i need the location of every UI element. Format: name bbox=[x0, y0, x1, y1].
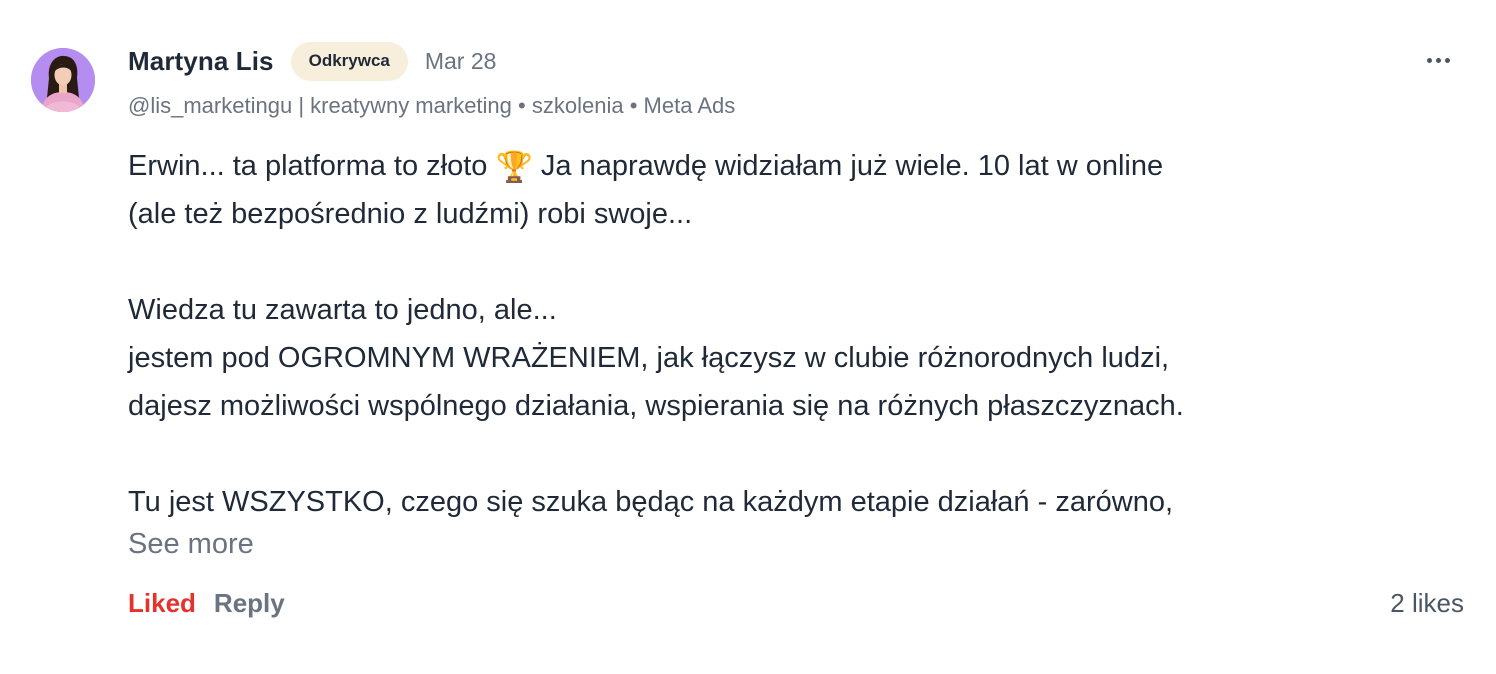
tagline-bullet: • bbox=[629, 93, 638, 118]
tagline-separator: | bbox=[298, 93, 305, 118]
comment-header: Martyna Lis Odkrywca Mar 28 bbox=[128, 40, 496, 82]
comment-card: Martyna Lis Odkrywca Mar 28 @lis_marketi… bbox=[0, 0, 1496, 674]
avatar-photo bbox=[31, 48, 95, 112]
tagline-item: kreatywny marketing bbox=[310, 93, 512, 118]
author-name[interactable]: Martyna Lis bbox=[128, 46, 274, 77]
reply-button[interactable]: Reply bbox=[214, 588, 285, 619]
likes-count[interactable]: 2 likes bbox=[1390, 588, 1464, 619]
tagline-item: szkolenia bbox=[531, 93, 624, 118]
body-text-segment: Ja naprawdę widziałam już wiele. 10 lat … bbox=[532, 150, 1164, 182]
body-line: (ale też bezpośrednio z ludźmi) robi swo… bbox=[128, 198, 693, 230]
body-line: jestem pod OGROMNYM WRAŻENIEM, jak łączy… bbox=[128, 342, 1170, 374]
trophy-icon: 🏆 bbox=[495, 151, 533, 184]
like-button[interactable]: Liked bbox=[128, 588, 196, 619]
see-more-link[interactable]: See more bbox=[128, 528, 254, 561]
more-horizontal-icon bbox=[1426, 57, 1432, 63]
member-level-badge: Odkrywca bbox=[290, 41, 408, 81]
body-line: Erwin... ta platforma to złoto 🏆 Ja napr… bbox=[128, 142, 1428, 190]
body-line: Wiedza tu zawarta to jedno, ale... bbox=[128, 294, 557, 326]
comment-date[interactable]: Mar 28 bbox=[425, 48, 497, 75]
tagline-bullet: • bbox=[518, 93, 526, 118]
avatar[interactable] bbox=[31, 48, 95, 112]
comment-actions: Liked Reply bbox=[128, 588, 285, 619]
tagline-item: Meta Ads bbox=[643, 93, 736, 118]
more-dot bbox=[1444, 57, 1450, 63]
author-handle: @lis_marketingu bbox=[128, 93, 293, 118]
comment-body: Erwin... ta platforma to złoto 🏆 Ja napr… bbox=[128, 142, 1428, 526]
more-dot bbox=[1435, 57, 1441, 63]
body-text-segment: Erwin... ta platforma to złoto bbox=[128, 150, 496, 182]
body-line: Tu jest WSZYSTKO, czego się szuka będąc … bbox=[128, 486, 1174, 518]
more-options-button[interactable] bbox=[1418, 46, 1458, 74]
body-line: dajesz możliwości wspólnego działania, w… bbox=[128, 390, 1184, 422]
author-tagline: @lis_marketingu | kreatywny marketing • … bbox=[128, 93, 735, 119]
